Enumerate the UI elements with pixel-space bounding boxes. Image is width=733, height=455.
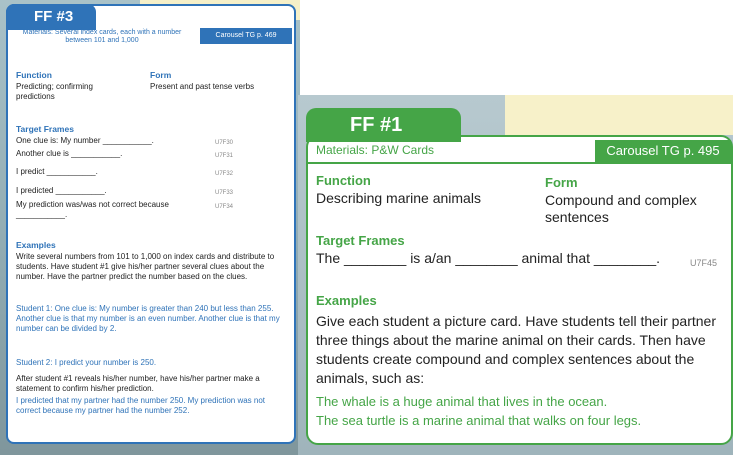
card-ff3-frame-1-code: U7F30 [215,140,234,146]
card-ff1-form-text: Compound and complex sentences [545,192,697,225]
card-ff3-after-text: After student #1 reveals his/her number,… [16,374,260,393]
card-ff1-examples-heading: Examples [316,293,377,308]
card-ff3-form-heading: Form [150,70,172,80]
card-ff1-examples-text: Give each student a picture card. Have s… [316,313,716,386]
card-ff3-examples-intro: Write several numbers from 101 to 1,000 … [16,252,275,281]
yellow-strip-right [505,95,733,135]
card-ff3-reference: Carousel TG p. 469 [200,28,292,44]
card-ff3-examples-heading: Examples [16,240,56,250]
card-ff1-reference: Carousel TG p. 495 [595,140,731,162]
card-ff3-materials: Materials: Several index cards, each wit… [22,29,182,44]
card-ff3-frame-2-code: U7F31 [215,153,234,159]
card-ff3-frame-4: I predicted ___________. [16,186,107,195]
card-ff3-student2: Student 2: I predict your number is 250. [16,358,157,367]
card-ff1-example-1: The whale is a huge animal that lives in… [316,394,608,409]
card-ff3-function-heading: Function [16,70,52,80]
card-ff3-frame-3: I predict ___________. [16,167,98,176]
card-ff3-materials-bar: Materials: Several index cards, each wit… [8,28,294,46]
card-ff1-materials-bar: Materials: P&W Cards Carousel TG p. 495 [308,140,731,164]
card-ff3-form-text: Present and past tense verbs [150,82,255,91]
card-ff1-example-2: The sea turtle is a marine animal that w… [316,413,642,428]
card-ff1-function-text: Describing marine animals [316,190,481,206]
card-ff3-frame-5-code: U7F34 [215,204,234,210]
card-ff1-form-heading: Form [545,175,578,190]
card-ff1-frame-code: U7F45 [690,258,718,268]
card-ff3-function-text: Predicting; confirming predictions [16,82,93,101]
card-ff3-frames-heading: Target Frames [16,124,74,134]
card-ff3-frame-1: One clue is: My number ___________. [16,136,154,145]
card-ff1-materials: Materials: P&W Cards [316,143,435,157]
card-ff3-frame-5: My prediction was/was not correct becaus… [16,200,169,219]
card-ff3-frame-2: Another clue is ___________. [16,149,123,158]
card-ff1-frame: The ________ is a/an ________ animal tha… [316,250,661,266]
card-ff3-frame-4-code: U7F33 [215,190,234,196]
card-ff3-frame-3-code: U7F32 [215,171,234,177]
card-ff3-tab: FF #3 [6,4,96,30]
card-ff1-function-heading: Function [316,173,371,188]
card-ff1-frames-heading: Target Frames [316,233,405,248]
card-ff3-after-example: I predicted that my partner had the numb… [16,396,266,415]
card-ff3-student1: Student 1: One clue is: My number is gre… [16,304,280,333]
card-ff1-tab: FF #1 [306,108,461,142]
